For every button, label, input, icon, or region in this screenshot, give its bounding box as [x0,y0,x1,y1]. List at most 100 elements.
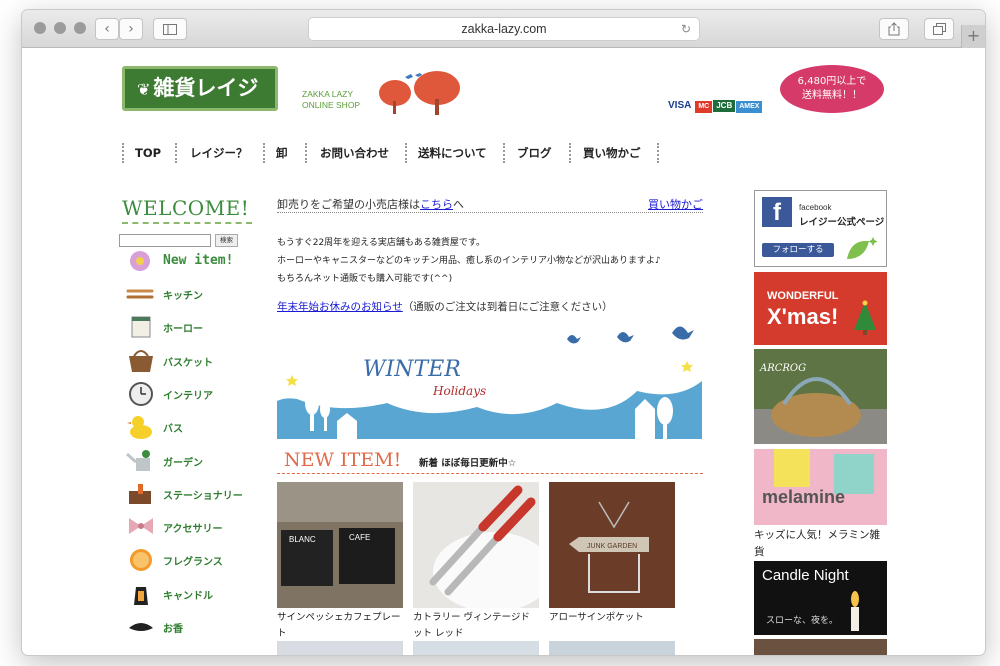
sidebar-item[interactable]: ステーショナリー [126,481,266,511]
sidebar-item[interactable]: インテリア [126,381,266,411]
candle-icon [847,591,863,635]
xmas-big-title: X'mas! [767,304,839,329]
incense-icon [126,614,156,640]
sidebar-item-label: バスケット [163,357,213,369]
product-name[interactable]: サインペッシェカフェプレート [277,610,403,642]
leaf-icon: ❦ [137,80,151,99]
visa-icon: VISA [665,100,695,112]
browser-toolbar: ‹ › zakka-lazy.com ↻ + [22,10,985,48]
sidebar-item-label: ガーデン [163,457,203,469]
product-image[interactable] [413,482,553,612]
search-button[interactable]: 検索 [215,234,238,247]
candle-subtitle: スローな、夜を。 [766,616,839,626]
zoom-window-button[interactable] [74,22,86,34]
intro-paragraph-3: もちろんネット通販でも購入可能です(^^) [277,274,453,284]
svg-text:BLANC: BLANC [289,535,316,544]
banner-title: WINTER [363,357,461,382]
tabs-overview-icon[interactable] [924,18,954,40]
share-icon[interactable] [879,18,909,40]
nav-contact[interactable]: お問い合わせ [320,143,389,163]
sidebar-item[interactable]: ガーデン [126,448,266,478]
holiday-notice-link[interactable]: 年末年始お休みのお知らせ [277,301,403,313]
facebook-follow-button[interactable]: フォローする [762,243,834,257]
sidebar-item[interactable]: お香 [126,614,266,644]
birds-illustration [562,319,702,349]
logo-text: 雑貨レイジー [137,76,259,140]
sidebar-item-label: お香 [163,624,183,635]
product-image[interactable] [277,641,403,655]
divider [277,212,703,213]
xmas-banner[interactable]: WONDERFUL X'mas! [754,272,887,345]
christmas-tree-icon [852,300,878,340]
nav-top[interactable]: TOP [135,143,161,163]
nav-shipping[interactable]: 送料について [418,143,487,163]
web-page: ❦ 雑貨レイジー ZAKKA LAZY ONLINE SHOP VISA MC JCB… [22,49,985,655]
address-bar[interactable]: zakka-lazy.com ↻ [308,17,700,41]
browser-window: ‹ › zakka-lazy.com ↻ + ❦ 雑貨レイジー ZAKKA LAZ… [22,10,985,655]
jcb-icon: JCB [713,100,736,112]
enamel-canister-icon [126,314,156,340]
sidebar-item[interactable]: アクセサリー [126,514,266,544]
ribbon-icon [126,514,156,540]
sidebar-item[interactable]: フレグランス [126,547,266,577]
sidebar-item[interactable]: キッチン [126,281,266,311]
svg-text:CAFE: CAFE [349,533,370,542]
product-name[interactable]: アローサインポケット [549,610,675,626]
sidebar-item-label: ホーロー [163,324,203,336]
melamine-banner[interactable]: melamine [754,449,887,525]
sidebar-item[interactable]: バス [126,414,266,444]
site-logo[interactable]: ❦ 雑貨レイジー [122,66,278,140]
cart-link[interactable]: 買い物かご [648,196,703,212]
mastercard-icon: MC [695,101,713,113]
sidebar-item[interactable]: キャンドル [126,581,266,611]
new-item-subheading: 新着 ほぼ毎日更新中☆ [419,458,517,469]
product-card[interactable]: JUNK GARDEN アローサインポケット [549,482,675,626]
product-image[interactable] [413,641,539,655]
clock-icon [126,381,156,407]
banner-image[interactable] [754,639,887,655]
melamine-caption[interactable]: キッズに人気！メラミン雑貨 [754,527,887,561]
search-input[interactable] [119,234,211,247]
product-card[interactable]: カトラリー ヴィンテージドット レッド [413,482,553,642]
forward-button[interactable]: › [119,18,143,40]
url-text: zakka-lazy.com [461,22,547,36]
intro-suffix: へ [453,198,464,211]
close-window-button[interactable] [34,22,46,34]
minimize-window-button[interactable] [54,22,66,34]
sidebar-item-label: インテリア [163,390,213,402]
lantern-icon [126,581,156,607]
nav-cart[interactable]: 買い物かご [583,143,641,163]
sidebar-item[interactable]: バスケット [126,348,266,378]
holiday-notice: 年末年始お休みのお知らせ（通販のご注文は到着日にご注意ください） [277,299,613,314]
product-image[interactable] [549,641,675,655]
product-card[interactable]: BLANC CAFE サインペッシェカフェプレート [277,482,403,642]
winter-holidays-banner[interactable]: WINTER Holidays [277,351,702,445]
facebook-widget[interactable]: f facebook レイジー公式ページ フォローする [754,190,887,267]
payment-cards: VISA MC JCB AMEX [665,100,763,113]
svg-text:ARCROG: ARCROG [759,363,806,374]
sidebar-item-label: ステーショナリー [163,490,243,502]
product-image[interactable]: BLANC CAFE [277,482,403,608]
intro-text: 卸売りをご希望の小売店様は [277,198,420,211]
product-name[interactable]: カトラリー ヴィンテージドット レッド [413,610,539,642]
sidebar-item-label: アクセサリー [163,524,223,536]
basket-banner[interactable]: ARCROG [754,349,887,444]
sidebar-item-label: キッチン [163,291,203,302]
nav-wholesale[interactable]: 卸 [276,143,288,163]
product-image[interactable]: JUNK GARDEN [549,482,675,608]
nav-blog[interactable]: ブログ [517,143,552,163]
facebook-label: facebook [799,203,832,212]
sidebar-new-item[interactable]: New item! [163,253,233,268]
nav-lazy[interactable]: レイジー？ [190,143,248,163]
sidebar-toggle-icon[interactable] [153,18,187,40]
wholesale-link[interactable]: こちら [420,198,453,211]
candle-night-banner[interactable]: Candle Night スローな、夜を。 [754,561,887,635]
new-tab-button[interactable]: + [961,25,985,48]
back-button[interactable]: ‹ [95,18,119,40]
banner-subtitle: Holidays [433,384,487,398]
shipping-line2: 送料無料！！ [802,90,862,101]
sidebar-item-label: フレグランス [163,557,223,569]
sidebar-item[interactable]: ホーロー [126,314,266,344]
reload-icon[interactable]: ↻ [681,18,691,40]
xmas-title: WONDERFUL [767,290,839,302]
